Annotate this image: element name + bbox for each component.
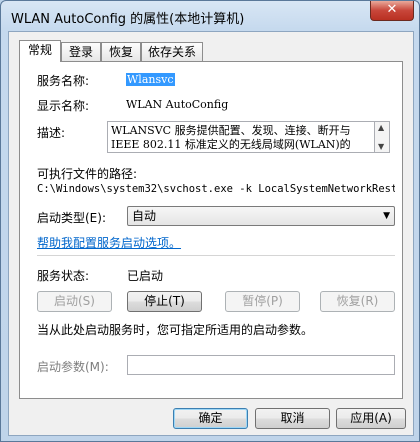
start-params-input[interactable] bbox=[127, 355, 395, 375]
description-line-1: WLANSVC 服务提供配置、发现、连接、断开与 bbox=[111, 124, 351, 137]
exe-path-label: 可执行文件的路径: bbox=[37, 167, 138, 181]
description-line-2: IEEE 802.11 标准定义的无线局域网(WLAN)的 bbox=[111, 138, 351, 151]
service-name-text: Wlansvc bbox=[126, 73, 175, 86]
tab-general[interactable]: 常规 bbox=[19, 40, 61, 62]
display-name-value[interactable]: WLAN AutoConfig bbox=[126, 98, 228, 111]
help-configure-link[interactable]: 帮助我配置服务启动选项。 bbox=[37, 234, 181, 251]
service-status-label: 服务状态: bbox=[37, 269, 90, 283]
startup-type-value: 自动 bbox=[132, 209, 157, 223]
tab-logon[interactable]: 登录 bbox=[61, 42, 101, 61]
display-name-label: 显示名称: bbox=[37, 99, 90, 113]
cancel-button[interactable]: 取消 bbox=[255, 408, 330, 429]
pause-button[interactable]: 暂停(P) bbox=[225, 291, 300, 312]
scroll-down-icon[interactable]: ▼ bbox=[378, 143, 384, 151]
resume-button[interactable]: 恢复(R) bbox=[320, 291, 395, 312]
properties-window: WLAN AutoConfig 的属性(本地计算机) ✕ 常规 登录 恢复 依存… bbox=[0, 0, 420, 442]
start-params-label: 启动参数(M): bbox=[37, 360, 109, 374]
apply-button[interactable]: 应用(A) bbox=[336, 408, 406, 429]
stop-button[interactable]: 停止(T) bbox=[127, 291, 202, 312]
startup-type-label: 启动类型(E): bbox=[37, 211, 106, 225]
start-params-hint: 当从此处启动服务时，您可指定所适用的启动参数。 bbox=[37, 323, 314, 337]
chevron-down-icon: ▼ bbox=[383, 211, 390, 221]
startup-type-select[interactable]: 自动 ▼ bbox=[127, 206, 395, 226]
service-status-value: 已启动 bbox=[127, 269, 164, 283]
tab-dependencies[interactable]: 依存关系 bbox=[141, 42, 203, 61]
dialog-client: 常规 登录 恢复 依存关系 服务名称: Wlansvc 显示名称: WLAN A… bbox=[8, 31, 414, 436]
general-panel: 服务名称: Wlansvc 显示名称: WLAN AutoConfig 描述: … bbox=[19, 61, 403, 399]
description-label: 描述: bbox=[37, 126, 66, 140]
start-button[interactable]: 启动(S) bbox=[37, 291, 112, 312]
tab-recovery[interactable]: 恢复 bbox=[101, 42, 141, 61]
divider bbox=[37, 255, 395, 256]
title-bar[interactable]: WLAN AutoConfig 的属性(本地计算机) ✕ bbox=[1, 1, 419, 31]
close-icon: ✕ bbox=[386, 2, 398, 17]
description-text[interactable]: WLANSVC 服务提供配置、发现、连接、断开与 IEEE 802.11 标准定… bbox=[107, 121, 375, 153]
description-scrollbar[interactable]: ▲ ▼ bbox=[375, 121, 390, 153]
ok-button[interactable]: 确定 bbox=[173, 408, 248, 429]
service-name-label: 服务名称: bbox=[37, 74, 90, 88]
service-name-value[interactable]: Wlansvc bbox=[126, 73, 175, 86]
close-button[interactable]: ✕ bbox=[370, 1, 414, 21]
window-title: WLAN AutoConfig 的属性(本地计算机) bbox=[11, 12, 245, 27]
scroll-up-icon[interactable]: ▲ bbox=[378, 124, 384, 132]
exe-path-value[interactable]: C:\Windows\system32\svchost.exe -k Local… bbox=[37, 183, 395, 195]
